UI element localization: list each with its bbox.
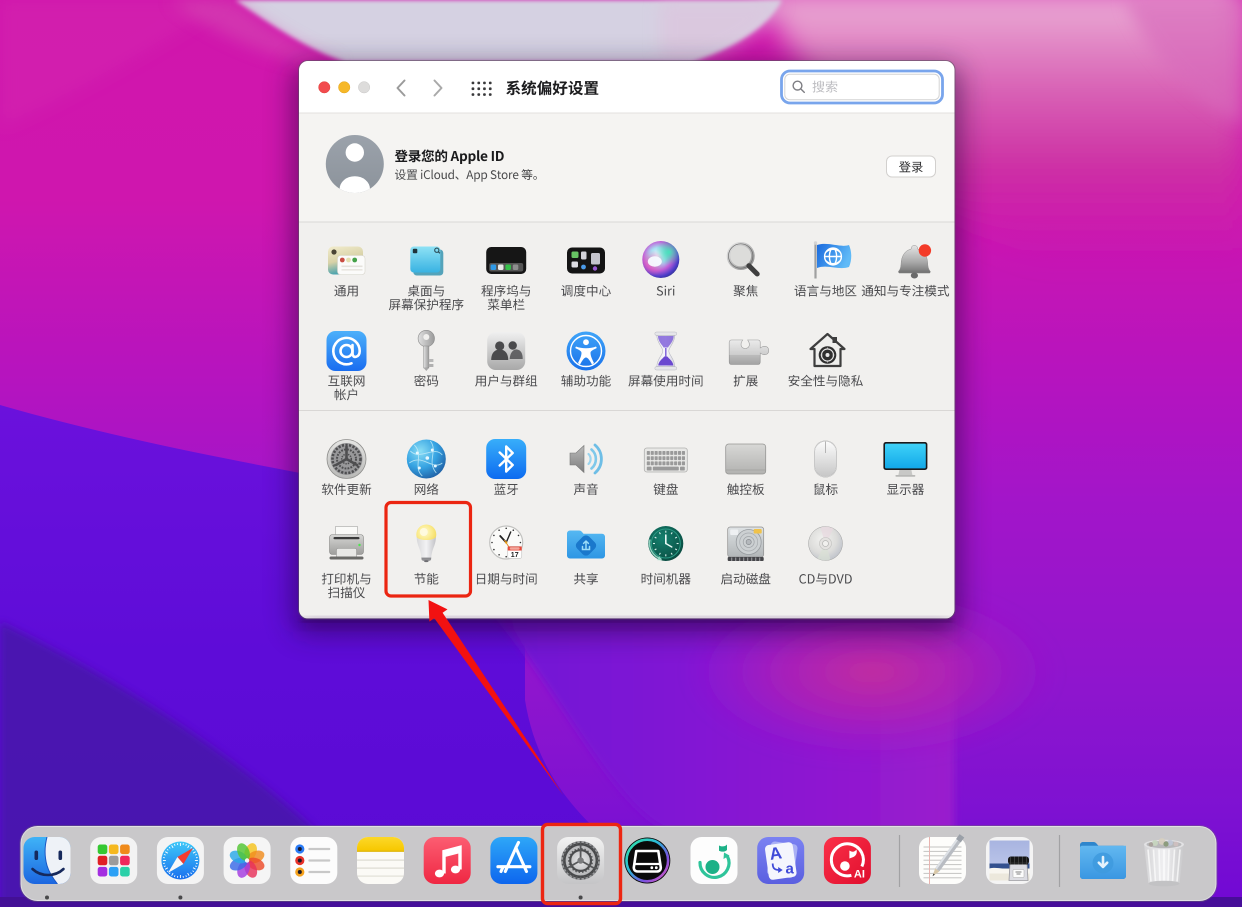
svg-text:A: A [768,843,783,864]
svg-text:17: 17 [511,552,519,559]
svg-text:a: a [786,861,795,878]
svg-text:AI: AI [854,869,865,881]
